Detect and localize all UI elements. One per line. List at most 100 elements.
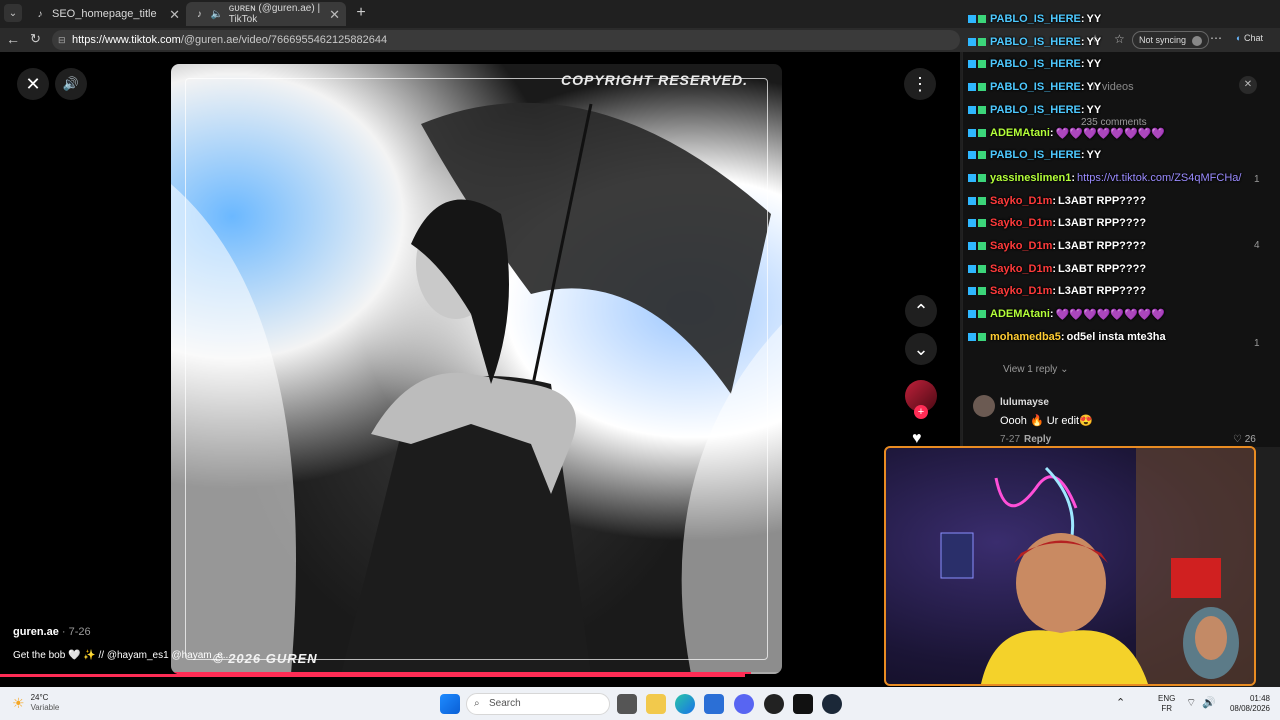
chat-text: YY [1086, 58, 1102, 70]
search-icon: ⌕ [474, 698, 480, 709]
refresh-icon[interactable]: ↻ [30, 31, 41, 47]
chat-separator: : [1049, 308, 1054, 320]
badge-icon [978, 265, 986, 273]
chat-message: mohamedba5 : od5el insta mte3ha [968, 328, 1166, 346]
chat-message: PABLO_IS_HERE : YY [968, 101, 1101, 119]
video-player[interactable]: COPYRIGHT RESERVED. © 2026 GUREN [171, 64, 782, 674]
tiktok-icon: ♪ [196, 8, 202, 20]
comment-like[interactable]: ♡ 26 [1233, 434, 1256, 445]
volume-tray-icon[interactable]: 🔊 [1202, 696, 1216, 709]
discord-icon[interactable] [734, 694, 754, 714]
badge-icon [978, 219, 986, 227]
video-viewer: ✕ 🔊 ⋮ COPYRIGHT RESERVED. © 2026 GUREN ⌃… [0, 52, 960, 687]
commenter-avatar[interactable] [973, 395, 995, 417]
language-indicator[interactable]: ENG FR [1158, 694, 1175, 714]
chat-message: PABLO_IS_HERE : YY [968, 10, 1101, 28]
chat-username: yassineslimen1 [990, 172, 1072, 184]
badge-icon [968, 242, 976, 250]
task-view-icon[interactable] [617, 694, 637, 714]
clock[interactable]: 01:48 08/08/2026 [1224, 694, 1270, 714]
close-icon[interactable]: ✕ [17, 68, 49, 100]
weather-widget[interactable]: ☀ 24°C Variable [12, 693, 59, 713]
close-tab-icon[interactable]: ✕ [329, 7, 340, 23]
weather-condition: Variable [30, 703, 60, 712]
site-info-icon[interactable]: ⊟ [58, 30, 66, 50]
new-tab-button[interactable]: + [352, 4, 370, 22]
author-name[interactable]: guren.ae [13, 626, 59, 638]
meta-separator: · [61, 626, 69, 638]
tab-tiktok-video[interactable]: ♪ 🔈 ɢᴜʀᴇɴ (@guren.ae) | TikTok ✕ [186, 2, 346, 26]
chat-message: PABLO_IS_HERE : YY [968, 146, 1101, 164]
weather-text: 24°C Variable [31, 693, 60, 713]
reply-link[interactable]: Reply [1024, 434, 1051, 445]
video-frame-border [185, 78, 768, 660]
commenter-name[interactable]: lulumayse [1000, 397, 1049, 408]
chat-separator: : [1052, 217, 1057, 229]
badge-icon [978, 174, 986, 182]
close-tab-icon[interactable]: ✕ [169, 7, 180, 23]
badge-icon [978, 287, 986, 295]
avatar [1191, 35, 1202, 46]
chat-text: L3ABT RPP???? [1058, 217, 1147, 229]
badge-icon [968, 333, 976, 341]
chat-username: ADEMAtani [990, 127, 1050, 139]
speaker-icon[interactable]: 🔈 [210, 8, 222, 20]
sync-status-button[interactable]: Not syncing [1132, 31, 1209, 49]
wifi-icon[interactable]: ⌔ [1186, 696, 1196, 710]
file-explorer-icon[interactable] [646, 694, 666, 714]
windows-start-icon[interactable] [440, 694, 460, 714]
chat-username: ADEMAtani [990, 308, 1050, 320]
copilot-chat-button[interactable]: ◐ Chat [1236, 33, 1263, 43]
chat-text: YY [1086, 13, 1102, 25]
taskbar-search[interactable]: ⌕ Search [466, 693, 610, 715]
badge-icon [968, 151, 976, 159]
badge-icon [968, 174, 976, 182]
chat-username: PABLO_IS_HERE [990, 13, 1081, 25]
comment-text: Oooh 🔥 Ur edit😍 [1000, 415, 1093, 427]
show-hidden-icons[interactable]: ⌃ [1116, 696, 1125, 709]
chat-text: 💜💜💜💜💜💜💜💜 [1055, 308, 1166, 321]
tab-list-button[interactable]: ⌄ [4, 4, 22, 22]
url-path: /@guren.ae/video/7666955462125882644 [180, 34, 388, 46]
weather-sun-icon: ☀ [12, 694, 25, 711]
chat-username: PABLO_IS_HERE [990, 36, 1081, 48]
chat-message: PABLO_IS_HERE : YY [968, 33, 1101, 51]
chat-message: PABLO_IS_HERE : YY [968, 55, 1101, 73]
badge-icon [978, 310, 986, 318]
heart-icon: ♡ [1233, 434, 1242, 445]
chat-username: Sayko_D1m [990, 240, 1053, 252]
chat-message: Sayko_D1m : L3ABT RPP???? [968, 192, 1146, 210]
like-count-1: 1 [1254, 174, 1260, 185]
chat-text[interactable]: https://vt.tiktok.com/ZS4qMFCHa/ [1077, 172, 1241, 184]
previous-video-icon[interactable]: ⌃ [905, 295, 937, 327]
favorites-icon[interactable]: ☆ [1114, 32, 1125, 46]
view-replies-link[interactable]: View 1 reply ⌄ [1003, 364, 1068, 375]
more-menu-icon[interactable]: ⋯ [1210, 31, 1222, 45]
store-icon[interactable] [704, 694, 724, 714]
chat-separator: : [1080, 36, 1085, 48]
edge-icon[interactable] [675, 694, 695, 714]
url-domain: https://www.tiktok.com [72, 34, 181, 46]
more-options-icon[interactable]: ⋮ [904, 68, 936, 100]
next-video-icon[interactable]: ⌄ [905, 333, 937, 365]
follow-plus-icon[interactable]: + [914, 405, 928, 419]
clock-time: 01:48 [1249, 694, 1270, 703]
badge-icon [978, 197, 986, 205]
player-progress-bar[interactable] [0, 674, 745, 677]
comment-like-count: 26 [1244, 434, 1256, 445]
chat-separator: : [1080, 81, 1085, 93]
badge-icon [968, 219, 976, 227]
badge-icon [978, 60, 986, 68]
url-field[interactable]: ⊟ https://www.tiktok.com/@guren.ae/video… [52, 30, 960, 50]
badge-icon [978, 106, 986, 114]
back-icon[interactable]: ← [6, 31, 20, 47]
badge-icon [968, 197, 976, 205]
like-count-2: 4 [1254, 240, 1260, 251]
steam-icon[interactable] [822, 694, 842, 714]
clock-date: 08/08/2026 [1229, 704, 1270, 713]
nvidia-icon[interactable] [793, 694, 813, 714]
close-panel-icon[interactable]: ✕ [1239, 76, 1257, 94]
app-icon[interactable] [764, 694, 784, 714]
tab-seo-homepage[interactable]: ♪ SEO_homepage_title ✕ [26, 2, 186, 26]
volume-icon[interactable]: 🔊 [55, 68, 87, 100]
